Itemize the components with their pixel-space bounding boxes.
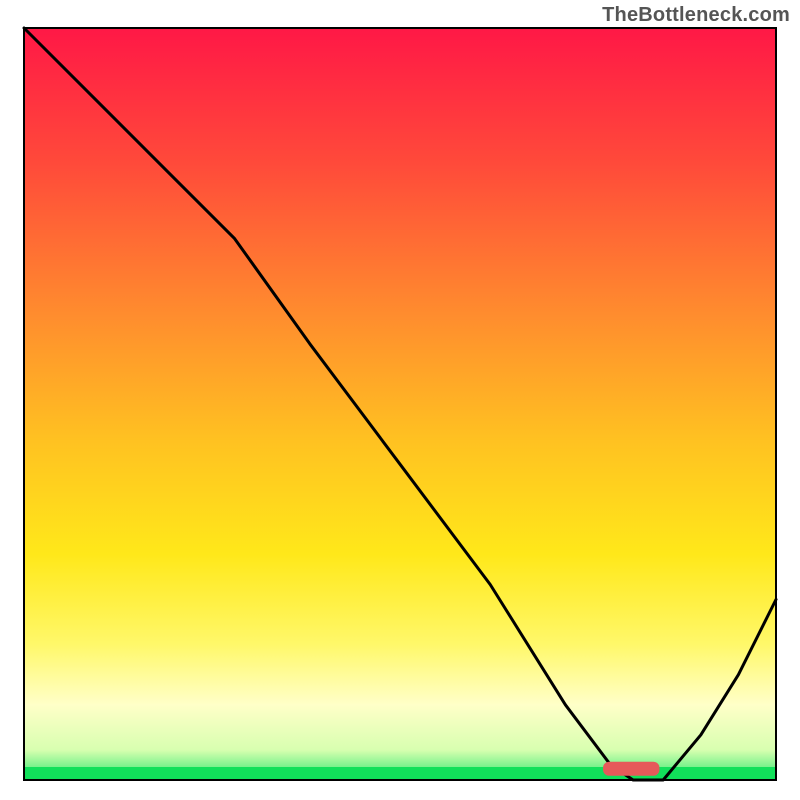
attribution-text: TheBottleneck.com [602, 4, 790, 27]
chart-container: TheBottleneck.com [0, 0, 800, 800]
baseline-strip [25, 767, 775, 779]
optimum-marker [603, 762, 659, 776]
bottleneck-chart [0, 0, 800, 800]
